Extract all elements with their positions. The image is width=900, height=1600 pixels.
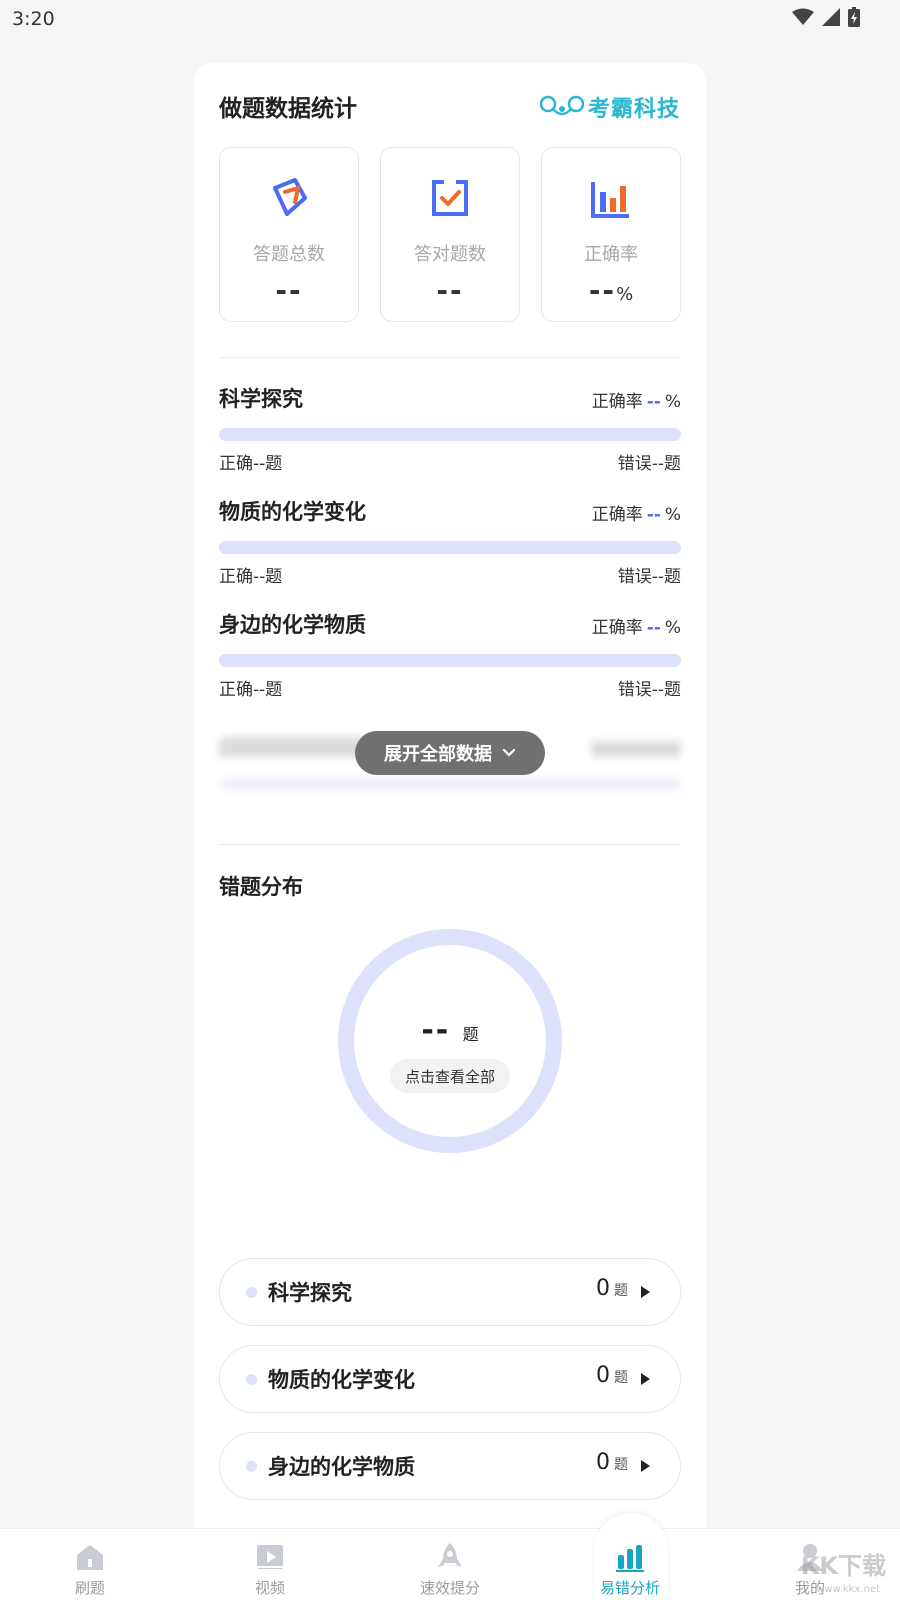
- checklist-icon: [432, 178, 468, 216]
- topic-row[interactable]: 科学探究 正确率 --% 正确--题 错误--题: [219, 383, 681, 483]
- watermark-url: www.kkx.net: [816, 1584, 880, 1595]
- video-icon: [257, 1545, 283, 1569]
- topic-wrong-count: 错误--题: [617, 680, 681, 700]
- status-icons: [792, 7, 860, 27]
- bar-chart-icon: [616, 1545, 644, 1572]
- divider: [219, 844, 681, 845]
- wrong-item-name: 科学探究: [268, 1281, 352, 1305]
- tab-error-analysis[interactable]: 易错分析: [570, 1529, 690, 1600]
- topic-progress-bar: [219, 654, 681, 667]
- tab-boost[interactable]: 速效提分: [390, 1529, 510, 1600]
- answer-total-icon: [273, 178, 307, 216]
- tab-video[interactable]: 视频: [210, 1529, 330, 1600]
- topic-correct-count: 正确--题: [219, 680, 283, 700]
- bottom-tab-bar: 刷题 视频 速效提分 易错分析 我的: [0, 1513, 900, 1600]
- brand-logo: 考霸科技: [539, 91, 680, 123]
- wrong-item-count: 0题: [596, 1363, 628, 1388]
- tab-label: 易错分析: [599, 1579, 660, 1597]
- section-title: 错题分布: [219, 875, 303, 899]
- play-arrow-icon: [641, 1460, 650, 1472]
- topic-rate: 正确率 --%: [591, 392, 681, 412]
- wrong-list-item[interactable]: 科学探究 0题: [219, 1258, 681, 1326]
- signal-icon: [822, 8, 840, 26]
- legend-dot: [246, 1374, 257, 1385]
- topic-name: 科学探究: [219, 387, 303, 411]
- view-all-button[interactable]: 点击查看全部: [390, 1059, 510, 1093]
- wrong-item-name: 身边的化学物质: [268, 1455, 415, 1479]
- stats-row: 答题总数 -- 答对题数 -- 正确率 --%: [219, 147, 681, 322]
- topic-row[interactable]: 身边的化学物质 正确率 --% 正确--题 错误--题: [219, 609, 681, 709]
- topic-name: 身边的化学物质: [219, 613, 366, 637]
- stat-label: 答对题数: [414, 244, 486, 265]
- play-arrow-icon: [641, 1286, 650, 1298]
- topic-row[interactable]: 物质的化学变化 正确率 --% 正确--题 错误--题: [219, 496, 681, 596]
- wrong-item-count: 0题: [596, 1276, 628, 1301]
- rocket-icon: [438, 1543, 462, 1567]
- status-time: 3:20: [12, 8, 55, 30]
- topic-wrong-count: 错误--题: [617, 454, 681, 474]
- topic-rate: 正确率 --%: [591, 505, 681, 525]
- status-bar: 3:20: [0, 0, 900, 36]
- donut-total: -- 题: [421, 1013, 479, 1048]
- stat-label: 答题总数: [253, 244, 325, 265]
- wrong-list-item[interactable]: 物质的化学变化 0题: [219, 1345, 681, 1413]
- stat-accuracy: 正确率 --%: [541, 147, 681, 322]
- tab-practice[interactable]: 刷题: [30, 1529, 150, 1600]
- home-icon: [77, 1545, 103, 1570]
- topic-wrong-count: 错误--题: [617, 567, 681, 587]
- divider: [219, 357, 681, 358]
- wrong-item-name: 物质的化学变化: [268, 1368, 415, 1392]
- stat-value: --%: [588, 274, 634, 307]
- topic-rate: 正确率 --%: [591, 618, 681, 638]
- topic-correct-count: 正确--题: [219, 567, 283, 587]
- battery-icon: [848, 7, 860, 27]
- topic-name: 物质的化学变化: [219, 500, 366, 524]
- koala-logo-icon: [539, 95, 584, 116]
- stat-total: 答题总数 --: [219, 147, 359, 322]
- expand-label: 展开全部数据: [384, 744, 492, 765]
- wifi-icon: [792, 8, 814, 25]
- brand-name: 考霸科技: [587, 97, 680, 122]
- tab-label: 视频: [254, 1579, 285, 1597]
- legend-dot: [246, 1461, 257, 1472]
- tab-label: 刷题: [74, 1579, 105, 1597]
- stat-label: 正确率: [584, 244, 638, 265]
- topic-progress-bar: [219, 428, 681, 441]
- legend-dot: [246, 1287, 257, 1298]
- topic-correct-count: 正确--题: [219, 454, 283, 474]
- stat-value: --: [275, 274, 303, 307]
- topic-progress-bar: [219, 541, 681, 554]
- chevron-down-icon: [502, 748, 516, 757]
- page-title: 做题数据统计: [219, 96, 357, 122]
- wrong-item-count: 0题: [596, 1450, 628, 1475]
- wrong-distribution-donut[interactable]: -- 题 点击查看全部: [338, 929, 562, 1153]
- stat-value: --: [436, 274, 464, 307]
- play-arrow-icon: [641, 1373, 650, 1385]
- stat-correct: 答对题数 --: [380, 147, 520, 322]
- expand-all-button[interactable]: 展开全部数据: [355, 731, 545, 775]
- wrong-list-item[interactable]: 身边的化学物质 0题: [219, 1432, 681, 1500]
- watermark: KK下载: [800, 1552, 886, 1580]
- tab-label: 速效提分: [419, 1579, 480, 1597]
- stats-card: 做题数据统计 考霸科技 答题总数 -- 答对题数 -- 正确率 --% 科学探究…: [194, 63, 706, 1543]
- bar-chart-icon: [591, 182, 629, 218]
